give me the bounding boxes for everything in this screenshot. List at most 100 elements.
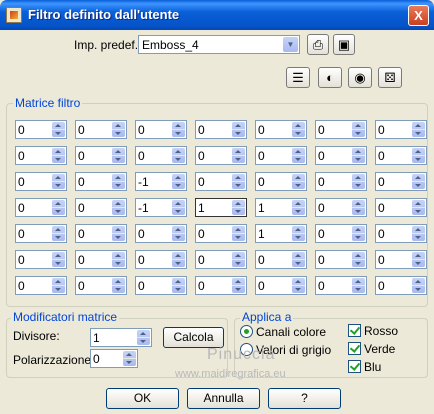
matrix-cell-3-0[interactable]: 0 (15, 198, 67, 217)
matrix-cell-2-2[interactable]: -1 (135, 172, 187, 191)
chevron-down-icon[interactable]: ▼ (283, 37, 298, 52)
spin-arrows-icon[interactable] (172, 200, 185, 215)
spin-arrows-icon[interactable] (292, 226, 305, 241)
spin-arrows-icon[interactable] (172, 252, 185, 267)
matrix-cell-3-2[interactable]: -1 (135, 198, 187, 217)
spin-arrows-icon[interactable] (292, 252, 305, 267)
spin-arrows-icon[interactable] (52, 278, 65, 293)
matrix-cell-0-2[interactable]: 0 (135, 120, 187, 139)
spin-arrows-icon[interactable] (232, 226, 245, 241)
spin-arrows-icon[interactable] (232, 122, 245, 137)
matrix-cell-6-0[interactable]: 0 (15, 276, 67, 295)
title-bar[interactable]: Filtro definito dall'utente X (0, 0, 434, 30)
matrix-cell-0-6[interactable]: 0 (375, 120, 427, 139)
spin-arrows-icon[interactable] (232, 278, 245, 293)
matrix-cell-2-6[interactable]: 0 (375, 172, 427, 191)
matrix-cell-0-4[interactable]: 0 (255, 120, 307, 139)
matrix-cell-5-6[interactable]: 0 (375, 250, 427, 269)
matrix-cell-1-4[interactable]: 0 (255, 146, 307, 165)
save-preset-button[interactable]: ⎙ (307, 34, 329, 55)
matrix-cell-5-1[interactable]: 0 (75, 250, 127, 269)
matrix-cell-0-1[interactable]: 0 (75, 120, 127, 139)
spin-arrows-icon[interactable] (292, 174, 305, 189)
spin-arrows-icon[interactable] (232, 200, 245, 215)
spin-arrows-icon[interactable] (292, 148, 305, 163)
matrix-cell-1-1[interactable]: 0 (75, 146, 127, 165)
matrix-cell-4-4[interactable]: 1 (255, 224, 307, 243)
ok-button[interactable]: OK (106, 388, 179, 409)
matrix-cell-3-6[interactable]: 0 (375, 198, 427, 217)
preview-button[interactable]: ◉ (348, 67, 372, 88)
matrix-cell-6-5[interactable]: 0 (315, 276, 367, 295)
matrix-cell-3-5[interactable]: 0 (315, 198, 367, 217)
matrix-cell-1-0[interactable]: 0 (15, 146, 67, 165)
matrix-cell-5-0[interactable]: 0 (15, 250, 67, 269)
spin-arrows-icon[interactable] (232, 148, 245, 163)
spin-arrows-icon[interactable] (52, 148, 65, 163)
help-button[interactable]: ? (268, 388, 341, 409)
spin-arrows-icon[interactable] (352, 226, 365, 241)
matrix-cell-6-1[interactable]: 0 (75, 276, 127, 295)
matrix-cell-1-3[interactable]: 0 (195, 146, 247, 165)
random-button[interactable]: ⚄ (378, 67, 402, 88)
matrix-cell-4-1[interactable]: 0 (75, 224, 127, 243)
spin-arrows-icon[interactable] (412, 278, 425, 293)
delete-preset-button[interactable]: ▣ (333, 34, 355, 55)
matrix-cell-0-5[interactable]: 0 (315, 120, 367, 139)
spin-arrows-icon[interactable] (352, 200, 365, 215)
spin-arrows-icon[interactable] (112, 200, 125, 215)
matrix-cell-0-3[interactable]: 0 (195, 120, 247, 139)
matrix-cell-0-0[interactable]: 0 (15, 120, 67, 139)
spin-arrows-icon[interactable] (112, 148, 125, 163)
blue-checkbox[interactable] (348, 360, 361, 373)
close-button[interactable]: X (408, 5, 429, 26)
matrix-cell-2-4[interactable]: 0 (255, 172, 307, 191)
cancel-button[interactable]: Annulla (187, 388, 260, 409)
spin-arrows-icon[interactable] (52, 200, 65, 215)
spin-arrows-icon[interactable] (232, 174, 245, 189)
spin-arrows-icon[interactable] (352, 122, 365, 137)
spin-arrows-icon[interactable] (52, 252, 65, 267)
matrix-cell-6-6[interactable]: 0 (375, 276, 427, 295)
spin-arrows-icon[interactable] (172, 122, 185, 137)
spin-arrows-icon[interactable] (412, 252, 425, 267)
bias-field[interactable]: 0 (90, 349, 138, 368)
matrix-cell-4-2[interactable]: 0 (135, 224, 187, 243)
spin-arrows-icon[interactable] (412, 226, 425, 241)
spin-arrows-icon[interactable] (352, 174, 365, 189)
spin-arrows-icon[interactable] (172, 174, 185, 189)
eye-dropper-button[interactable]: ◐ (318, 67, 342, 88)
preset-select[interactable]: Emboss_4 ▼ (138, 35, 300, 54)
spin-arrows-icon[interactable] (412, 148, 425, 163)
spin-arrows-icon[interactable] (352, 148, 365, 163)
spin-arrows-icon[interactable] (112, 226, 125, 241)
spin-arrows-icon[interactable] (292, 200, 305, 215)
divisor-field[interactable]: 1 (90, 328, 152, 347)
calcola-button[interactable]: Calcola (163, 327, 224, 348)
matrix-cell-2-1[interactable]: 0 (75, 172, 127, 191)
green-checkbox[interactable] (348, 342, 361, 355)
matrix-cell-2-3[interactable]: 0 (195, 172, 247, 191)
spin-arrows-icon[interactable] (292, 122, 305, 137)
matrix-cell-1-2[interactable]: 0 (135, 146, 187, 165)
matrix-cell-4-5[interactable]: 0 (315, 224, 367, 243)
matrix-cell-4-6[interactable]: 0 (375, 224, 427, 243)
spin-arrows-icon[interactable] (232, 252, 245, 267)
matrix-cell-6-4[interactable]: 0 (255, 276, 307, 295)
color-channels-radio[interactable] (240, 325, 253, 338)
matrix-cell-4-0[interactable]: 0 (15, 224, 67, 243)
matrix-cell-3-1[interactable]: 0 (75, 198, 127, 217)
spin-arrows-icon[interactable] (52, 226, 65, 241)
spin-arrows-icon[interactable] (412, 200, 425, 215)
matrix-cell-6-2[interactable]: 0 (135, 276, 187, 295)
matrix-cell-5-3[interactable]: 0 (195, 250, 247, 269)
matrix-cell-4-3[interactable]: 0 (195, 224, 247, 243)
spin-arrows-icon[interactable] (52, 122, 65, 137)
spin-arrows-icon[interactable] (412, 122, 425, 137)
spin-arrows-icon[interactable] (172, 226, 185, 241)
list-button[interactable]: ☰ (286, 67, 310, 88)
spin-arrows-icon[interactable] (137, 330, 150, 345)
spin-arrows-icon[interactable] (352, 252, 365, 267)
spin-arrows-icon[interactable] (412, 174, 425, 189)
spin-arrows-icon[interactable] (112, 278, 125, 293)
